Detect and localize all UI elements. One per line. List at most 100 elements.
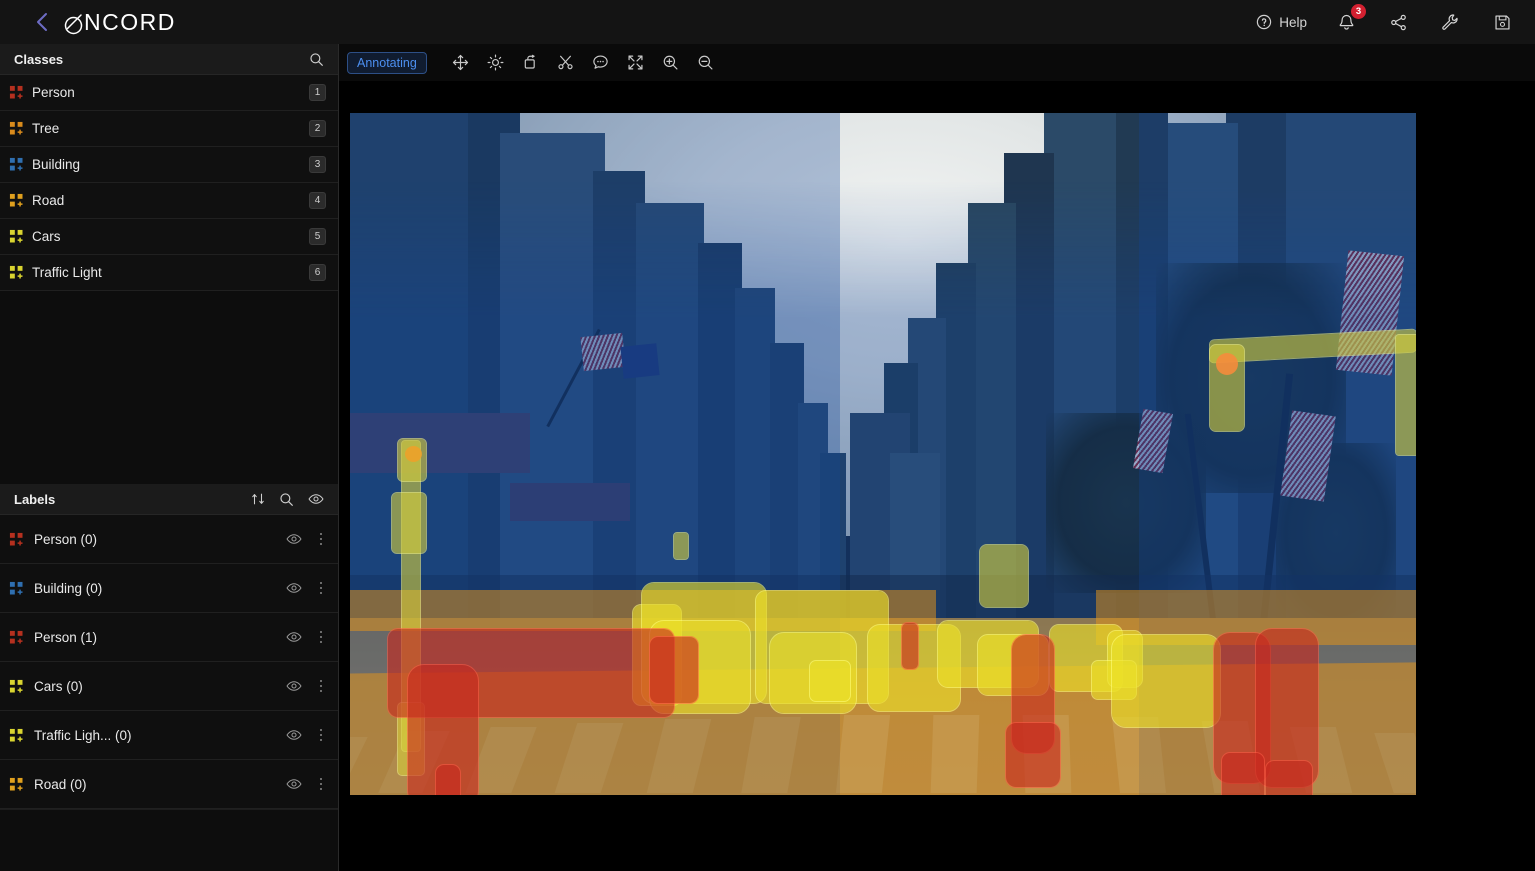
left-sidebar: Classes Person 1 Tree 2 Building 3 Road … — [0, 44, 339, 871]
notifications-button[interactable]: 3 — [1333, 4, 1366, 35]
label-visibility-eye-icon[interactable] — [286, 727, 302, 743]
label-row-actions — [286, 677, 328, 695]
label-visibility-eye-icon[interactable] — [286, 531, 302, 547]
annotated-image[interactable] — [350, 113, 1416, 795]
class-row[interactable]: Road 4 — [0, 183, 338, 219]
traffic-light-box-left-mask[interactable] — [391, 492, 427, 554]
labels-list-filler — [0, 809, 338, 871]
classes-panel-actions — [309, 52, 324, 67]
move-tool-button[interactable] — [445, 50, 476, 76]
sort-icon[interactable] — [251, 492, 265, 506]
label-row[interactable]: Traffic Ligh... (0) — [0, 711, 338, 760]
fullscreen-tool-button[interactable] — [620, 50, 651, 76]
label-row[interactable]: Road (0) — [0, 760, 338, 809]
polygon-class-icon — [6, 120, 26, 138]
top-bar-actions: Help 3 — [1256, 4, 1535, 35]
encord-e-icon — [64, 13, 83, 34]
labels-panel-header: Labels — [0, 484, 338, 515]
person-mask-front-left-leg[interactable] — [435, 764, 461, 795]
share-button[interactable] — [1385, 9, 1411, 35]
zoom-out-tool-button[interactable] — [690, 50, 721, 76]
encord-logo[interactable]: NCORD — [64, 9, 176, 36]
annotation-toolbar: Annotating — [339, 44, 1535, 81]
label-row-actions — [286, 530, 328, 548]
encord-annotation-app: NCORD Help 3 Classes Person 1 Tree 2 Bui… — [0, 0, 1535, 871]
zoom-in-tool-button[interactable] — [655, 50, 686, 76]
label-more-menu-icon[interactable] — [314, 726, 328, 744]
save-icon — [1494, 14, 1510, 30]
speech-bubble-icon — [593, 55, 608, 69]
label-name: Road (0) — [34, 776, 87, 792]
label-more-menu-icon[interactable] — [314, 775, 328, 793]
class-row[interactable]: Person 1 — [0, 75, 338, 111]
tree-right-2 — [1046, 413, 1206, 593]
brightness-tool-button[interactable] — [480, 50, 511, 76]
label-visibility-eye-icon[interactable] — [286, 776, 302, 792]
expand-arrows-icon — [628, 55, 643, 70]
label-more-menu-icon[interactable] — [314, 628, 328, 646]
comment-tool-button[interactable] — [585, 50, 616, 76]
classes-list: Person 1 Tree 2 Building 3 Road 4 Cars 5… — [0, 75, 338, 291]
label-row[interactable]: Cars (0) — [0, 662, 338, 711]
class-shortcut-badge: 6 — [309, 264, 326, 281]
labels-visibility-eye-icon[interactable] — [308, 491, 324, 507]
help-button[interactable]: Help — [1256, 14, 1307, 30]
label-visibility-eye-icon[interactable] — [286, 580, 302, 596]
label-more-menu-icon[interactable] — [314, 579, 328, 597]
person-mask-crowd-left-2[interactable] — [649, 636, 699, 704]
classes-search-icon[interactable] — [309, 52, 324, 67]
help-label: Help — [1279, 14, 1307, 30]
class-label: Building — [32, 157, 81, 172]
label-name: Cars (0) — [34, 678, 83, 694]
traffic-light-small-mask[interactable] — [673, 532, 689, 560]
class-row[interactable]: Building 3 — [0, 147, 338, 183]
class-row[interactable]: Tree 2 — [0, 111, 338, 147]
label-visibility-eye-icon[interactable] — [286, 629, 302, 645]
class-shortcut-badge: 5 — [309, 228, 326, 245]
annotating-mode-button[interactable]: Annotating — [347, 51, 427, 74]
traffic-light-box-mid-mask[interactable] — [979, 544, 1029, 608]
us-flag-left — [580, 332, 626, 372]
class-label: Traffic Light — [32, 265, 102, 280]
rotate-tool-button[interactable] — [515, 50, 546, 76]
polygon-class-icon — [6, 156, 26, 174]
polygon-class-icon — [6, 192, 26, 210]
label-row-actions — [286, 726, 328, 744]
label-more-menu-icon[interactable] — [314, 677, 328, 695]
back-button[interactable] — [28, 8, 56, 36]
settings-wrench-button[interactable] — [1437, 9, 1463, 35]
class-row[interactable]: Traffic Light 6 — [0, 255, 338, 291]
label-more-menu-icon[interactable] — [314, 530, 328, 548]
person-mask-right-legs-2[interactable] — [1265, 760, 1313, 795]
wrench-icon — [1442, 14, 1458, 30]
save-button[interactable] — [1489, 9, 1515, 35]
polygon-label-icon — [6, 677, 26, 695]
classes-panel-header: Classes — [0, 44, 338, 75]
move-arrows-icon — [452, 54, 468, 71]
label-name: Traffic Ligh... (0) — [34, 727, 132, 743]
label-row[interactable]: Person (1) — [0, 613, 338, 662]
annotation-canvas[interactable] — [339, 81, 1535, 871]
labels-search-icon[interactable] — [279, 492, 294, 507]
label-row[interactable]: Person (0) — [0, 515, 338, 564]
traffic-light-lamp-left — [405, 446, 422, 462]
label-name: Person (1) — [34, 629, 98, 645]
label-row[interactable]: Building (0) — [0, 564, 338, 613]
person-mask-right-legs-1[interactable] — [1221, 752, 1265, 795]
class-shortcut-badge: 4 — [309, 192, 326, 209]
person-mask-center-right-legs[interactable] — [1005, 722, 1061, 788]
awning-left — [350, 413, 530, 473]
label-visibility-eye-icon[interactable] — [286, 678, 302, 694]
car-mask-van-right[interactable] — [1111, 634, 1221, 728]
traffic-light-mast-pole-mask[interactable] — [1395, 334, 1416, 456]
class-row[interactable]: Cars 5 — [0, 219, 338, 255]
labels-list: Person (0) Building (0) Person (1) Cars … — [0, 515, 338, 871]
person-mask-mid[interactable] — [901, 622, 919, 670]
cut-tool-button[interactable] — [550, 50, 581, 76]
sidebar-spacer — [0, 291, 338, 484]
labels-panel-actions — [251, 491, 324, 507]
chevron-left-icon — [36, 13, 47, 31]
class-label: Cars — [32, 229, 61, 244]
car-mask-small-1[interactable] — [809, 660, 851, 702]
labels-panel-title: Labels — [14, 491, 56, 507]
